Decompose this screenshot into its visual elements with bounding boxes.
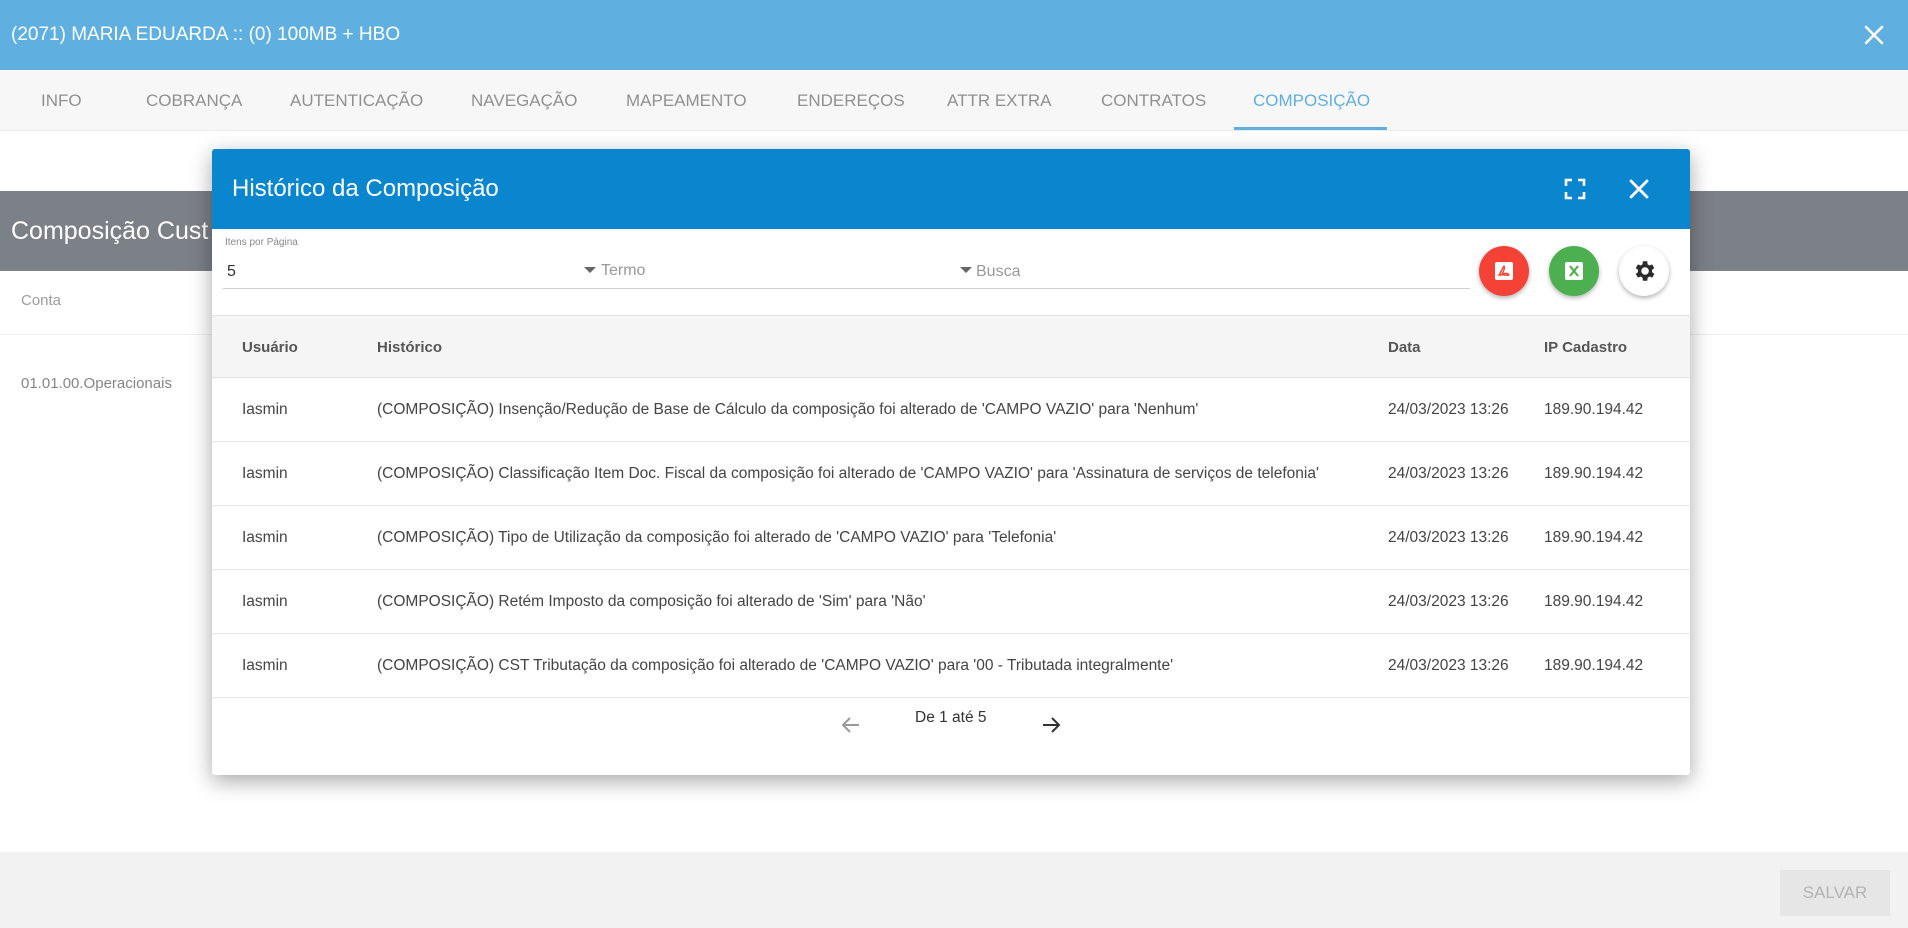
search-placeholder: Busca [976, 263, 1021, 280]
cell-data: 24/03/2023 13:26 [1388, 465, 1509, 482]
table-row[interactable]: Iasmin (COMPOSIÇÃO) Retém Imposto da com… [212, 570, 1690, 634]
pdf-icon [1495, 262, 1513, 280]
cell-usuario: Iasmin [242, 465, 288, 482]
cell-data: 24/03/2023 13:26 [1388, 529, 1509, 546]
settings-button[interactable] [1619, 246, 1669, 296]
pagination: De 1 até 5 [212, 697, 1690, 747]
modal-title: Histórico da Composição [232, 175, 499, 202]
filter-bar: Itens por Página 5 Termo Busca [212, 229, 1690, 315]
next-page-arrow-icon[interactable] [1037, 711, 1065, 739]
table-row[interactable]: Iasmin (COMPOSIÇÃO) Tipo de Utilização d… [212, 506, 1690, 570]
column-header-usuario[interactable]: Usuário [242, 316, 298, 379]
cell-data: 24/03/2023 13:26 [1388, 593, 1509, 610]
term-placeholder: Termo [601, 262, 646, 279]
table-header: Usuário Histórico Data IP Cadastro [212, 315, 1690, 378]
history-modal: Histórico da Composição Itens por Página… [212, 149, 1690, 775]
cell-historico: (COMPOSIÇÃO) Classificação Item Doc. Fis… [377, 465, 1319, 482]
cell-usuario: Iasmin [242, 657, 288, 674]
cell-usuario: Iasmin [242, 593, 288, 610]
export-pdf-button[interactable] [1479, 246, 1529, 296]
excel-icon [1565, 262, 1583, 280]
cell-ip: 189.90.194.42 [1544, 401, 1644, 418]
previous-page-arrow-icon[interactable] [837, 711, 865, 739]
term-select[interactable]: Termo [599, 229, 982, 289]
cell-ip: 189.90.194.42 [1544, 657, 1644, 674]
items-per-page-label: Itens por Página [225, 237, 298, 248]
column-header-ip[interactable]: IP Cadastro [1544, 316, 1627, 379]
cell-historico: (COMPOSIÇÃO) Retém Imposto da composição… [377, 593, 926, 610]
cell-data: 24/03/2023 13:26 [1388, 657, 1509, 674]
cell-usuario: Iasmin [242, 529, 288, 546]
modal-close-icon[interactable] [1623, 173, 1655, 205]
cell-data: 24/03/2023 13:26 [1388, 401, 1509, 418]
cell-historico: (COMPOSIÇÃO) Insenção/Redução de Base de… [377, 401, 1199, 418]
pagination-text: De 1 até 5 [915, 709, 987, 726]
column-header-historico[interactable]: Histórico [377, 316, 442, 379]
table-row[interactable]: Iasmin (COMPOSIÇÃO) CST Tributação da co… [212, 634, 1690, 698]
cell-ip: 189.90.194.42 [1544, 593, 1644, 610]
items-per-page-value: 5 [227, 263, 236, 280]
cell-ip: 189.90.194.42 [1544, 465, 1644, 482]
table-row[interactable]: Iasmin (COMPOSIÇÃO) Insenção/Redução de … [212, 378, 1690, 442]
column-header-data[interactable]: Data [1388, 316, 1421, 379]
chevron-down-icon [584, 267, 596, 273]
items-per-page-select[interactable]: Itens por Página 5 [223, 229, 606, 289]
cell-usuario: Iasmin [242, 401, 288, 418]
table-row[interactable]: Iasmin (COMPOSIÇÃO) Classificação Item D… [212, 442, 1690, 506]
modal-header: Histórico da Composição [212, 149, 1690, 229]
cell-historico: (COMPOSIÇÃO) Tipo de Utilização da compo… [377, 529, 1057, 546]
chevron-down-icon [960, 267, 972, 273]
cell-historico: (COMPOSIÇÃO) CST Tributação da composiçã… [377, 657, 1174, 674]
cell-ip: 189.90.194.42 [1544, 529, 1644, 546]
fullscreen-icon[interactable] [1559, 173, 1591, 205]
gear-icon [1635, 261, 1655, 281]
export-excel-button[interactable] [1549, 246, 1599, 296]
search-input[interactable]: Busca [974, 229, 1470, 289]
